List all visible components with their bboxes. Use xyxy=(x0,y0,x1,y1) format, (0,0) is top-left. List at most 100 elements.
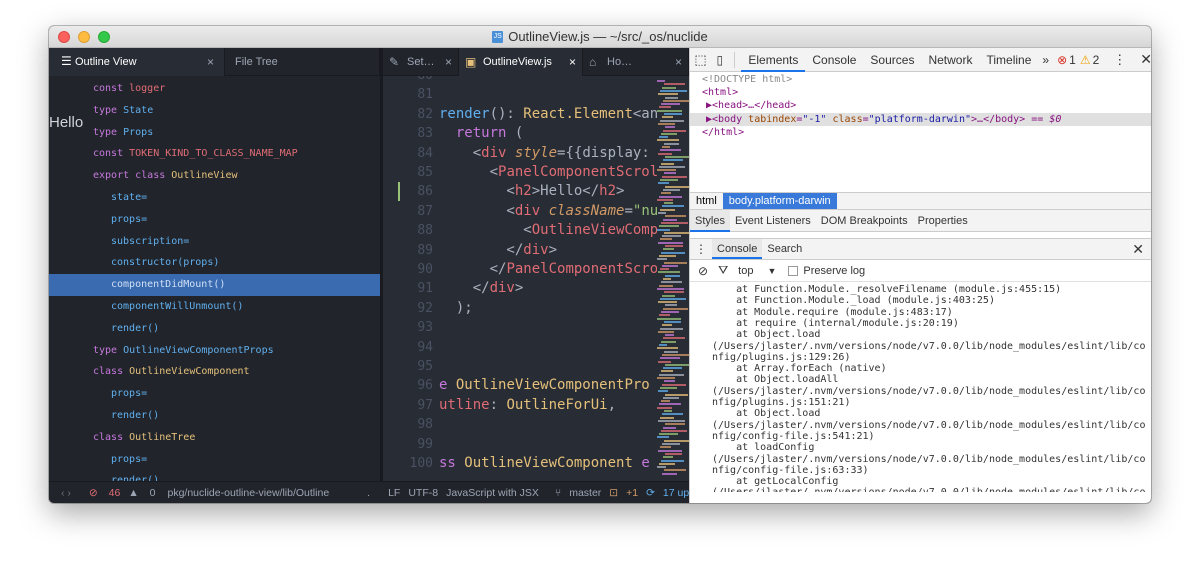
outline-item[interactable]: componentWillUnmount() xyxy=(49,296,380,318)
outline-item[interactable]: state= xyxy=(49,187,380,209)
close-window-button[interactable] xyxy=(58,31,70,43)
code-line[interactable]: 91 </div> xyxy=(383,279,689,298)
tab-styles[interactable]: Styles xyxy=(690,209,730,232)
more-tabs-button[interactable]: » xyxy=(1038,48,1053,72)
code-line[interactable]: 96 e OutlineViewComponentPro xyxy=(383,376,689,395)
code-line[interactable]: 88 <OutlineViewComp xyxy=(383,221,689,240)
chevron-down-icon[interactable]: ▼ xyxy=(767,266,776,276)
code-line[interactable]: 89 </div> xyxy=(383,241,689,260)
zoom-window-button[interactable] xyxy=(98,31,110,43)
outline-item[interactable]: props= xyxy=(49,209,380,231)
preserve-log-checkbox[interactable] xyxy=(788,265,799,276)
line-ending[interactable]: LF xyxy=(388,487,400,499)
dom-node[interactable]: </html> xyxy=(690,126,1151,139)
filter-icon[interactable]: ⛛ xyxy=(718,263,728,278)
devtools-error-count[interactable]: 1 xyxy=(1069,53,1076,67)
dom-node[interactable]: ▶<body tabindex="-1" class="platform-dar… xyxy=(690,112,1151,126)
outline-item[interactable]: const logger xyxy=(49,78,380,100)
tab-settings[interactable]: ✎ Set… × xyxy=(383,48,459,76)
breadcrumb-body[interactable]: body.platform-darwin xyxy=(722,193,837,209)
encoding[interactable]: UTF-8 xyxy=(408,487,438,499)
outline-item[interactable]: class OutlineTree xyxy=(49,427,380,449)
context-select[interactable]: top xyxy=(738,265,753,277)
code-line[interactable]: 100 ss OutlineViewComponent e xyxy=(383,454,689,473)
clear-console-icon[interactable]: ⊘ xyxy=(698,264,708,278)
outline-item[interactable]: componentDidMount() xyxy=(49,274,380,297)
code-area[interactable]: 80 81 82 render(): React.Element<an 83 retur… xyxy=(383,76,689,481)
inspect-element-icon[interactable]: ⬚ xyxy=(690,52,711,68)
close-icon[interactable]: ✕ xyxy=(1140,51,1151,68)
tab-sources[interactable]: Sources xyxy=(863,48,921,72)
tab-home[interactable]: ⌂ Ho… × xyxy=(583,48,689,76)
outline-item[interactable]: render() xyxy=(49,470,380,481)
code-line[interactable]: 92 ); xyxy=(383,299,689,318)
drawer-menu-icon[interactable]: ⋮ xyxy=(690,242,712,256)
kebab-menu-icon[interactable]: ⋮ xyxy=(1113,52,1126,68)
close-icon[interactable]: × xyxy=(207,55,214,69)
outline-item[interactable]: class OutlineViewComponent xyxy=(49,361,380,383)
git-branch[interactable]: ⑂ master xyxy=(547,487,601,499)
dom-node[interactable]: <!DOCTYPE html> xyxy=(690,73,1151,86)
code-line[interactable]: 86 <h2>Hello</h2> xyxy=(383,182,689,202)
code-line[interactable]: 81 xyxy=(383,85,689,104)
code-line[interactable]: 80 xyxy=(383,76,689,85)
close-icon[interactable]: × xyxy=(445,55,452,69)
code-line[interactable]: 87 <div className="nu xyxy=(383,202,689,221)
tab-properties[interactable]: Properties xyxy=(913,210,973,232)
tab-network[interactable]: Network xyxy=(921,48,979,72)
code-line[interactable]: 83 return ( xyxy=(383,124,689,143)
minimap[interactable] xyxy=(657,76,689,481)
close-icon[interactable]: × xyxy=(675,55,682,69)
warning-count[interactable]: ▲ 0 xyxy=(128,487,155,499)
dom-node[interactable]: <html> xyxy=(690,86,1151,99)
close-icon[interactable]: × xyxy=(569,55,576,69)
tab-outline-view[interactable]: ☰ Outline View × xyxy=(49,48,225,76)
outline-item[interactable]: type Props xyxy=(49,122,380,144)
outline-item[interactable]: render() xyxy=(49,318,380,340)
code-line[interactable]: 98 xyxy=(383,415,689,434)
dom-node[interactable]: ▶<head>…</head> xyxy=(690,99,1151,112)
code-line[interactable]: 99 xyxy=(383,435,689,454)
git-changes[interactable]: ⊡ +1 xyxy=(609,487,638,499)
code-line[interactable]: 82 render(): React.Element<an xyxy=(383,105,689,124)
code-line[interactable]: 94 xyxy=(383,338,689,357)
code-line[interactable]: 93 xyxy=(383,318,689,337)
outline-item[interactable]: type State xyxy=(49,100,380,122)
error-icon[interactable]: ⊗ xyxy=(1057,53,1067,67)
close-icon[interactable]: ✕ xyxy=(1132,241,1144,258)
outline-item[interactable]: props= xyxy=(49,449,380,471)
outline-item[interactable]: export class OutlineView xyxy=(49,165,380,187)
outline-item[interactable]: constructor(props) xyxy=(49,252,380,274)
warning-icon[interactable]: ⚠ xyxy=(1080,53,1091,67)
outline-item[interactable]: props= xyxy=(49,383,380,405)
drawer-tab-console[interactable]: Console xyxy=(712,239,763,259)
tab-file-tree[interactable]: File Tree xyxy=(225,48,380,76)
drawer-tab-search[interactable]: Search xyxy=(762,243,807,255)
tab-dom-breakpoints[interactable]: DOM Breakpoints xyxy=(816,210,913,232)
code-line[interactable]: 84 <div style={{display: xyxy=(383,144,689,163)
error-count[interactable]: ⊘ 46 xyxy=(89,487,120,499)
tab-timeline[interactable]: Timeline xyxy=(979,48,1038,72)
tab-elements[interactable]: Elements xyxy=(741,48,806,72)
code-line[interactable]: 85 <PanelComponentScrol xyxy=(383,163,689,182)
code-line[interactable]: 95 xyxy=(383,357,689,376)
toggle-panels-icon[interactable]: ‹ › xyxy=(61,487,71,499)
file-path[interactable]: pkg/nuclide-outline-view/lib/Outline xyxy=(167,487,329,499)
outline-item[interactable]: render() xyxy=(49,405,380,427)
minimize-window-button[interactable] xyxy=(78,31,90,43)
breadcrumb-html[interactable]: html xyxy=(690,193,723,209)
device-mode-icon[interactable]: ▯ xyxy=(711,53,728,67)
code-line[interactable]: 97 utline: OutlineForUi, xyxy=(383,396,689,415)
grammar[interactable]: JavaScript with JSX xyxy=(446,487,539,499)
outline-item[interactable]: type OutlineViewComponentProps xyxy=(49,340,380,362)
code-line[interactable]: 90 </PanelComponentScro xyxy=(383,260,689,279)
outline-item[interactable]: const TOKEN_KIND_TO_CLASS_NAME_MAP xyxy=(49,143,380,165)
outline-item[interactable]: subscription= xyxy=(49,231,380,253)
tab-console[interactable]: Console xyxy=(805,48,863,72)
tab-outlineview-js[interactable]: ▣ OutlineView.js × xyxy=(459,48,583,76)
tab-event-listeners[interactable]: Event Listeners xyxy=(730,210,816,232)
devtools-warning-count[interactable]: 2 xyxy=(1093,53,1100,67)
minimap-line xyxy=(659,403,681,406)
console-output[interactable]: at Function.Module._resolveFilename (mod… xyxy=(690,282,1151,492)
dom-tree[interactable]: <!DOCTYPE html> <html> ▶<head>…</head> ▶<bo… xyxy=(690,72,1151,192)
